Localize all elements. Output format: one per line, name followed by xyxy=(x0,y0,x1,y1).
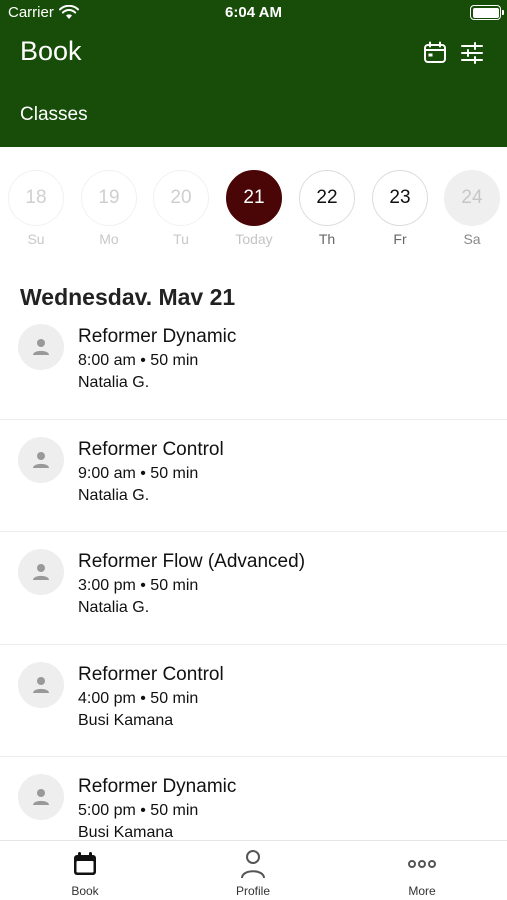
status-bar: Carrier 6:04 AM xyxy=(0,0,507,26)
avatar xyxy=(18,324,64,370)
class-time: 4:00 pm • 50 min xyxy=(78,689,199,707)
calendar-icon xyxy=(35,849,135,879)
page-title: Book xyxy=(20,36,82,66)
day-label: Th xyxy=(318,231,336,247)
date-strip: 18 Su 19 Mo 20 Tu 21 Today 22 Th 23 Fr 2… xyxy=(0,170,507,250)
class-time: 5:00 pm • 50 min xyxy=(78,802,199,819)
day-label: Su xyxy=(27,231,45,247)
day-21-today[interactable]: 21 Today xyxy=(226,170,282,247)
class-instructor: Busi Kamana xyxy=(78,711,174,729)
status-time: 6:04 AM xyxy=(225,4,282,21)
tab-book[interactable]: Book xyxy=(35,849,135,898)
class-name: Reformer Flow (Advanced) xyxy=(78,551,306,572)
calendar-icon[interactable] xyxy=(422,40,448,66)
day-number: 22 xyxy=(299,170,355,226)
tab-label: Book xyxy=(71,884,99,898)
class-row[interactable]: Reformer Control 4:00 pm • 50 min Busi K… xyxy=(0,645,507,757)
tab-more[interactable]: More xyxy=(372,849,472,898)
class-name: Reformer Control xyxy=(78,663,224,685)
tab-bar: Book Profile More xyxy=(0,840,507,900)
class-row[interactable]: Reformer Control 9:00 am • 50 min Natali… xyxy=(0,420,507,532)
day-20[interactable]: 20 Tu xyxy=(153,170,209,247)
person-placeholder-icon xyxy=(33,339,49,355)
class-instructor: Natalia G. xyxy=(78,374,150,391)
person-icon xyxy=(203,849,303,879)
day-label: Sa xyxy=(463,231,481,247)
person-placeholder-icon xyxy=(33,789,49,805)
class-instructor: Natalia G. xyxy=(78,486,150,504)
day-22[interactable]: 22 Th xyxy=(299,170,355,247)
day-23[interactable]: 23 Fr xyxy=(372,170,428,247)
class-name: Reformer Control xyxy=(78,438,224,460)
tab-profile[interactable]: Profile xyxy=(203,849,303,898)
class-row[interactable]: Reformer Dynamic 8:00 am • 50 min Natali… xyxy=(0,307,507,420)
tab-label: More xyxy=(408,884,436,898)
header: Carrier 6:04 AM Book Classes xyxy=(0,0,507,147)
class-time: 9:00 am • 50 min xyxy=(78,464,199,482)
day-number: 21 xyxy=(226,170,282,226)
avatar xyxy=(18,774,64,820)
day-label: Mo xyxy=(99,231,119,247)
avatar xyxy=(18,436,64,483)
person-placeholder-icon xyxy=(33,676,49,693)
class-instructor: Natalia G. xyxy=(78,599,150,616)
class-time: 8:00 am • 50 min xyxy=(78,352,199,369)
day-label: Today xyxy=(235,231,273,247)
class-time: 3:00 pm • 50 min xyxy=(78,577,199,594)
class-list: Reformer Dynamic 8:00 am • 50 min Natali… xyxy=(0,307,507,870)
day-label: Tu xyxy=(173,231,189,247)
day-number: 20 xyxy=(153,170,209,226)
filter-icon[interactable] xyxy=(459,40,485,66)
day-label: Fr xyxy=(393,231,407,247)
class-name: Reformer Dynamic xyxy=(78,326,237,347)
day-number: 23 xyxy=(372,170,428,226)
day-24[interactable]: 24 Sa xyxy=(444,170,500,247)
more-icon xyxy=(372,849,472,879)
tab-label: Profile xyxy=(235,884,270,898)
day-18[interactable]: 18 Su xyxy=(8,170,64,247)
avatar xyxy=(18,549,64,595)
day-number: 24 xyxy=(444,170,500,226)
class-name: Reformer Dynamic xyxy=(78,776,237,797)
person-placeholder-icon xyxy=(33,564,49,580)
class-row[interactable]: Reformer Flow (Advanced) 3:00 pm • 50 mi… xyxy=(0,532,507,645)
day-19[interactable]: 19 Mo xyxy=(81,170,137,247)
battery-icon xyxy=(470,5,504,20)
section-label: Classes xyxy=(20,104,88,125)
avatar xyxy=(18,661,64,708)
day-number: 19 xyxy=(81,170,137,226)
day-number: 18 xyxy=(8,170,64,226)
person-placeholder-icon xyxy=(33,451,49,468)
